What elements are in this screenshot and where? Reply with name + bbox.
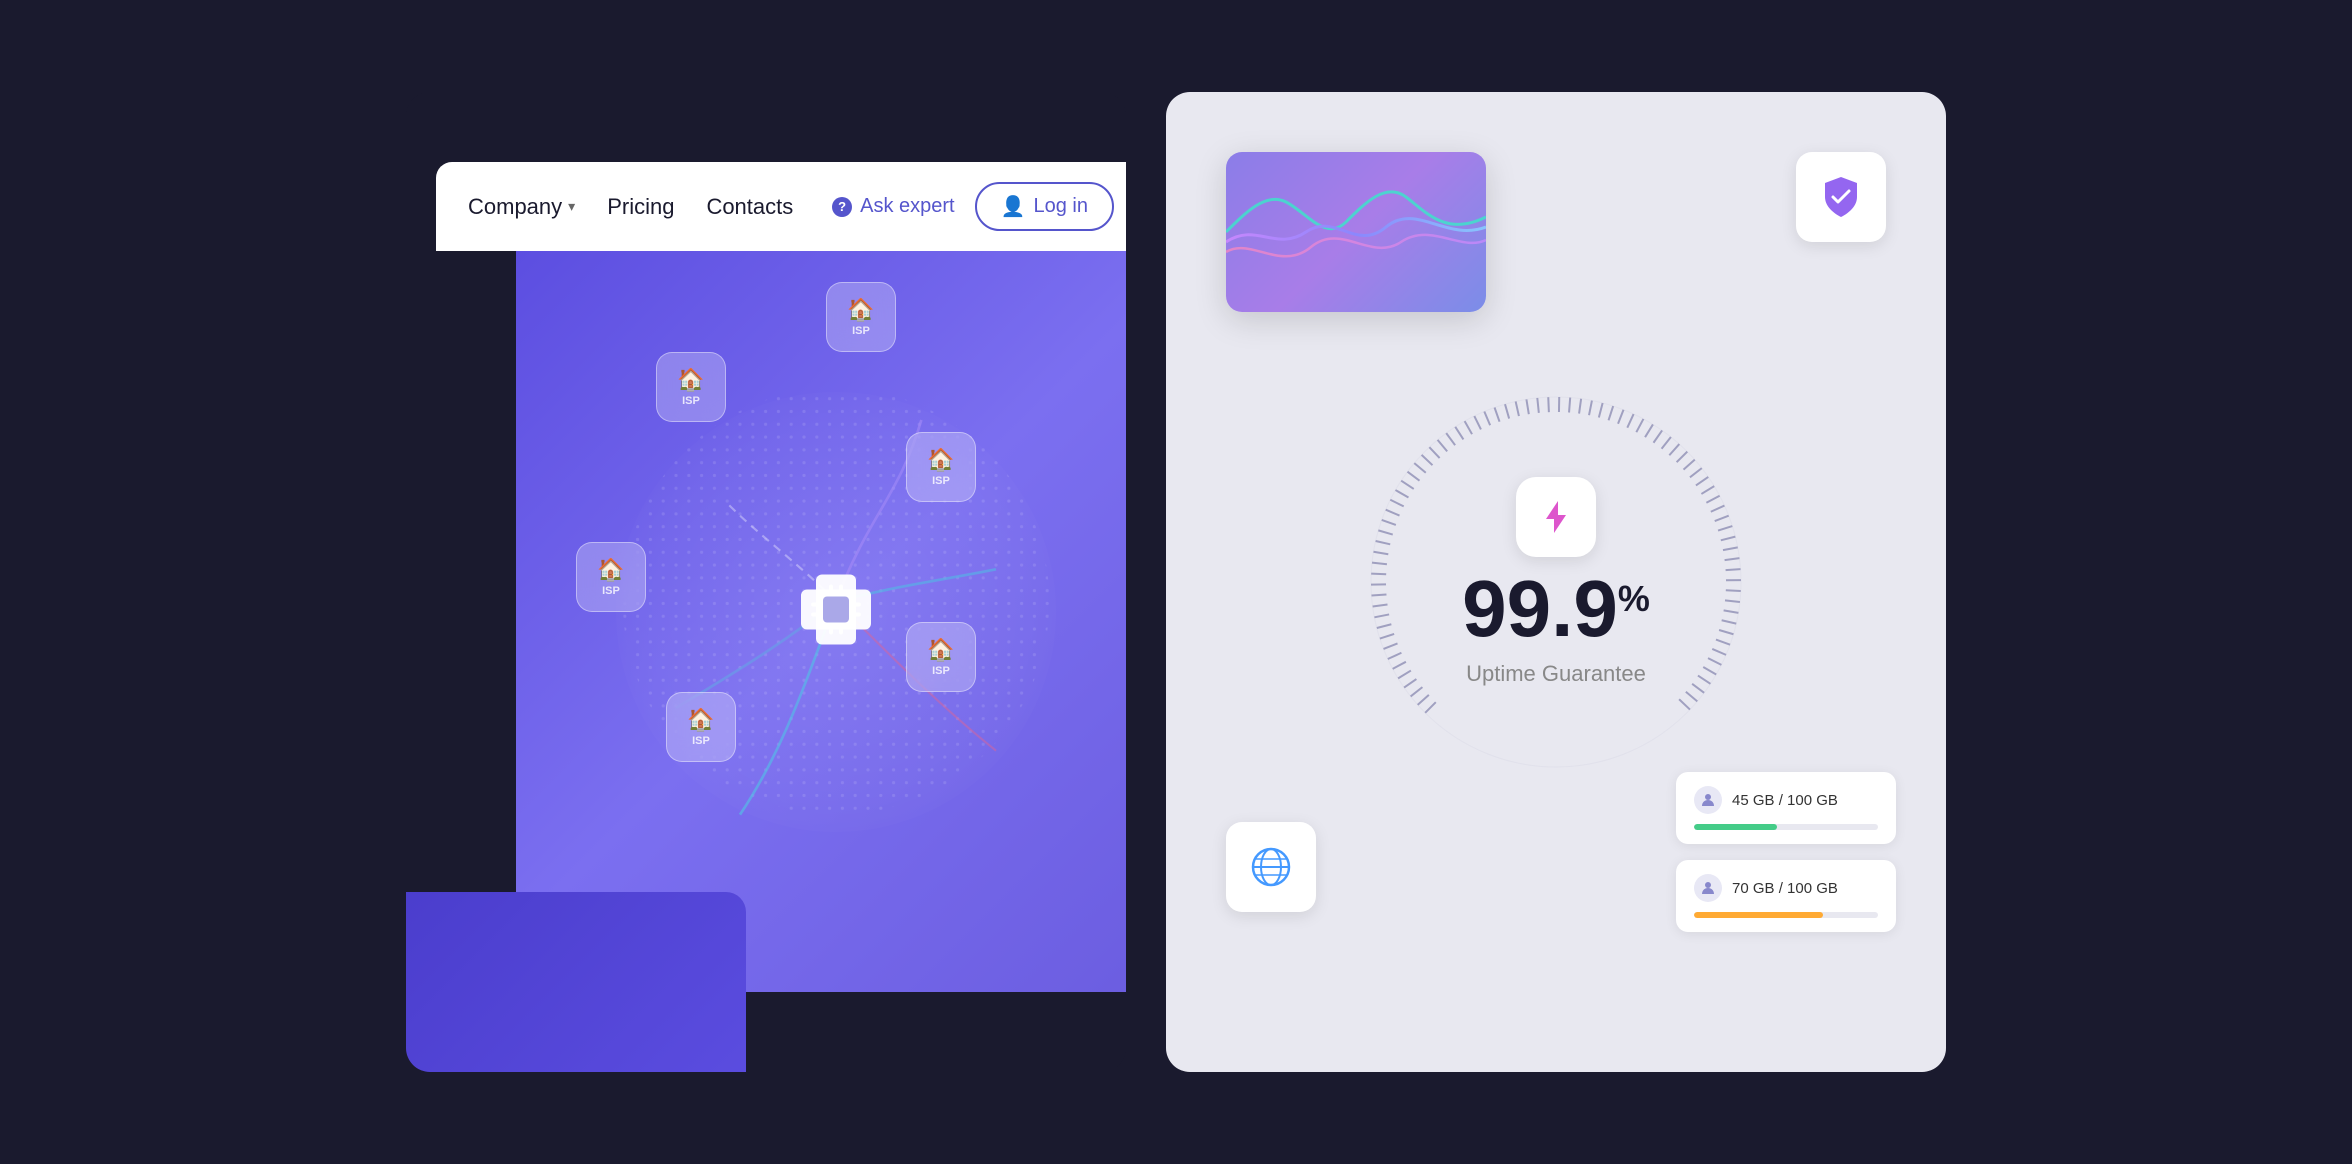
bottom-extension <box>406 892 746 1072</box>
storage-bar-bg-2 <box>1694 912 1878 918</box>
isp-label: ISP <box>852 325 870 337</box>
storage-header-2: 70 GB / 100 GB <box>1694 874 1878 902</box>
house-icon-5: 🏠 <box>927 637 954 663</box>
storage-bar-fill-1 <box>1694 824 1777 830</box>
storage-cards: 45 GB / 100 GB 70 GB / 100 GB <box>1676 772 1896 932</box>
gauge-center-content: 99.9 % Uptime Guarantee <box>1462 477 1650 687</box>
user-icon-1 <box>1694 786 1722 814</box>
login-button[interactable]: 👤 Log in <box>975 182 1114 231</box>
ask-expert-button[interactable]: ? Ask expert <box>832 195 954 218</box>
globe-badge <box>1226 822 1316 912</box>
contacts-nav[interactable]: Contacts <box>706 194 793 220</box>
chevron-down-icon: ▾ <box>568 198 575 215</box>
company-nav[interactable]: Company ▾ <box>468 194 575 220</box>
isp-label-2: ISP <box>682 395 700 407</box>
isp-node-bottom-right: 🏠 ISP <box>906 622 976 692</box>
contacts-label: Contacts <box>706 194 793 220</box>
storage-text-1: 45 GB / 100 GB <box>1732 792 1838 809</box>
center-processor <box>791 565 881 660</box>
storage-card-2: 70 GB / 100 GB <box>1676 860 1896 932</box>
storage-header-1: 45 GB / 100 GB <box>1694 786 1878 814</box>
globe-icon <box>1247 843 1295 891</box>
network-card: 🏠 ISP 🏠 ISP 🏠 ISP 🏠 ISP 🏠 ISP 🏠 ISP <box>516 232 1126 992</box>
processor-icon <box>791 565 881 655</box>
left-panel: Company ▾ Pricing Contacts ? Ask expert … <box>406 92 1126 1072</box>
wave-chart <box>1226 152 1486 312</box>
user-icon: 👤 <box>1001 194 1026 219</box>
user-icon-2 <box>1694 874 1722 902</box>
shield-badge <box>1796 152 1886 242</box>
isp-label-4: ISP <box>602 585 620 597</box>
isp-label-3: ISP <box>932 475 950 487</box>
uptime-gauge: 99.9 % Uptime Guarantee <box>1336 362 1776 802</box>
shield-check-icon <box>1817 173 1865 221</box>
storage-bar-fill-2 <box>1694 912 1823 918</box>
isp-node-top: 🏠 ISP <box>826 282 896 352</box>
storage-card-1: 45 GB / 100 GB <box>1676 772 1896 844</box>
company-label: Company <box>468 194 562 220</box>
question-icon: ? <box>832 197 852 217</box>
nav-left: Company ▾ Pricing Contacts <box>468 194 793 220</box>
isp-node-left: 🏠 ISP <box>576 542 646 612</box>
storage-bar-bg-1 <box>1694 824 1878 830</box>
house-icon-6: 🏠 <box>687 707 714 733</box>
analytics-chart-card <box>1226 152 1486 312</box>
house-icon: 🏠 <box>847 297 874 323</box>
lightning-badge <box>1516 477 1596 557</box>
isp-node-top-left: 🏠 ISP <box>656 352 726 422</box>
house-icon-4: 🏠 <box>597 557 624 583</box>
uptime-label: Uptime Guarantee <box>1466 661 1646 687</box>
house-icon-3: 🏠 <box>927 447 954 473</box>
right-panel: 99.9 % Uptime Guarantee 45 GB / 100 GB <box>1166 92 1946 1072</box>
nav-right: ? Ask expert 👤 Log in <box>832 182 1114 231</box>
isp-node-bottom-left: 🏠 ISP <box>666 692 736 762</box>
house-icon-2: 🏠 <box>677 367 704 393</box>
pricing-nav[interactable]: Pricing <box>607 194 674 220</box>
isp-label-6: ISP <box>692 735 710 747</box>
isp-node-mid-right: 🏠 ISP <box>906 432 976 502</box>
isp-label-5: ISP <box>932 665 950 677</box>
browser-nav: Company ▾ Pricing Contacts ? Ask expert … <box>436 162 1126 251</box>
pricing-label: Pricing <box>607 194 674 220</box>
storage-text-2: 70 GB / 100 GB <box>1732 880 1838 897</box>
uptime-value: 99.9 % <box>1462 569 1650 649</box>
lightning-icon <box>1536 497 1576 537</box>
